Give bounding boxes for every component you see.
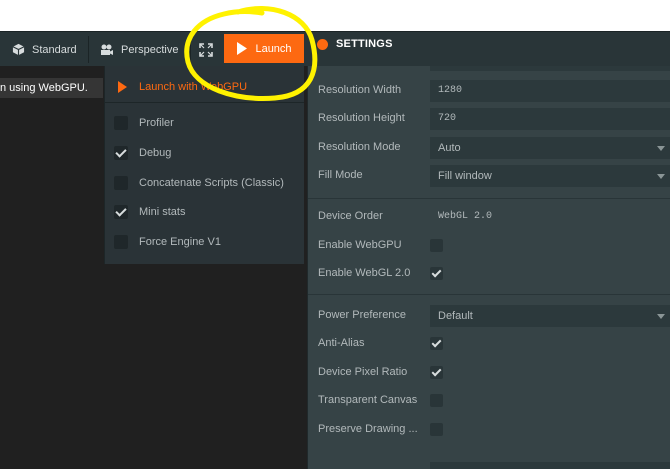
settings-dot-icon xyxy=(317,38,328,50)
field-label: Device Pixel Ratio xyxy=(318,366,408,378)
menu-item-label: Concatenate Scripts (Classic) xyxy=(139,177,284,189)
viewport-message: n using WebGPU. xyxy=(0,78,103,98)
chevron-down-icon xyxy=(657,314,665,319)
play-icon xyxy=(237,42,248,55)
field-label: Resolution Width xyxy=(318,84,402,96)
camera-icon xyxy=(101,44,113,55)
launch-label: Launch xyxy=(255,42,292,55)
field-label: Enable WebGPU xyxy=(318,239,402,251)
concatenate-scripts-checkbox[interactable] xyxy=(114,176,128,190)
partial-row xyxy=(308,458,670,469)
field-label: Fill Mode xyxy=(318,169,363,181)
section-divider xyxy=(308,198,670,199)
fullscreen-button[interactable] xyxy=(192,36,222,63)
preserve-drawing-checkbox[interactable] xyxy=(430,423,443,436)
launch-with-webgpu-item[interactable]: Launch with WebGPU xyxy=(105,76,304,98)
device-pixel-ratio-checkbox[interactable] xyxy=(430,366,443,379)
standard-label: Standard xyxy=(32,43,77,56)
field-label: Anti-Alias xyxy=(318,337,365,349)
resolution-height-row: Resolution Height 720 xyxy=(308,106,670,132)
resolution-height-input[interactable]: 720 xyxy=(430,108,670,130)
field-partial xyxy=(430,462,670,469)
perspective-button[interactable]: Perspective xyxy=(90,36,188,63)
mini-stats-checkbox[interactable] xyxy=(114,205,128,219)
launch-with-webgpu-label: Launch with WebGPU xyxy=(139,81,248,93)
menu-item-debug[interactable]: Debug xyxy=(105,142,304,164)
enable-webgpu-checkbox[interactable] xyxy=(430,239,443,252)
select-value: Default xyxy=(438,310,473,322)
play-icon xyxy=(118,81,127,93)
profiler-checkbox[interactable] xyxy=(114,116,128,130)
field-label: Resolution Mode xyxy=(318,141,401,153)
field-partial xyxy=(430,66,670,71)
device-order-row: Device Order WebGL 2.0 xyxy=(308,204,670,230)
debug-checkbox[interactable] xyxy=(114,146,128,160)
menu-item-label: Force Engine V1 xyxy=(139,236,221,248)
field-label: Preserve Drawing ... xyxy=(318,423,418,435)
select-value: Auto xyxy=(438,142,461,154)
enable-webgl2-row: Enable WebGL 2.0 xyxy=(308,261,670,287)
transparent-canvas-checkbox[interactable] xyxy=(430,394,443,407)
field-label: Device Order xyxy=(318,210,383,222)
device-order-value[interactable]: WebGL 2.0 xyxy=(430,206,670,228)
settings-header: SETTINGS xyxy=(317,38,393,50)
menu-item-mini-stats[interactable]: Mini stats xyxy=(105,201,304,223)
menu-item-profiler[interactable]: Profiler xyxy=(105,112,304,134)
field-label: Power Preference xyxy=(318,309,407,321)
anti-alias-checkbox[interactable] xyxy=(430,337,443,350)
transparent-canvas-row: Transparent Canvas xyxy=(308,388,670,414)
power-preference-select[interactable]: Default xyxy=(430,305,670,327)
field-label: Transparent Canvas xyxy=(318,394,418,406)
anti-alias-row: Anti-Alias xyxy=(308,331,670,357)
menu-item-label: Debug xyxy=(139,147,172,159)
toolbar-divider xyxy=(88,36,89,63)
menu-item-label: Mini stats xyxy=(139,206,186,218)
fill-mode-select[interactable]: Fill window xyxy=(430,165,670,187)
enable-webgl2-checkbox[interactable] xyxy=(430,267,443,280)
menu-item-label: Profiler xyxy=(139,117,174,129)
resolution-width-row: Resolution Width 1280 xyxy=(308,78,670,104)
cube-icon xyxy=(12,43,25,56)
power-preference-row: Power Preference Default xyxy=(308,303,670,329)
field-label: Resolution Height xyxy=(318,112,405,124)
settings-panel: Resolution Width 1280 Resolution Height … xyxy=(307,66,670,469)
launch-dropdown-menu: Launch with WebGPU Profiler Debug Concat… xyxy=(104,66,304,264)
toolbar-divider xyxy=(190,36,191,63)
chevron-down-icon xyxy=(657,174,665,179)
chevron-down-icon xyxy=(657,146,665,151)
section-divider xyxy=(308,294,670,295)
force-engine-v1-checkbox[interactable] xyxy=(114,235,128,249)
expand-icon xyxy=(199,42,213,57)
settings-title: SETTINGS xyxy=(336,38,393,50)
device-pixel-ratio-row: Device Pixel Ratio xyxy=(308,360,670,386)
preserve-drawing-row: Preserve Drawing ... xyxy=(308,417,670,443)
launch-button[interactable]: Launch xyxy=(224,34,304,63)
menu-item-force-engine-v1[interactable]: Force Engine V1 xyxy=(105,231,304,253)
field-label: Enable WebGL 2.0 xyxy=(318,267,411,279)
menu-item-concatenate-scripts[interactable]: Concatenate Scripts (Classic) xyxy=(105,172,304,194)
perspective-label: Perspective xyxy=(121,43,179,56)
enable-webgpu-row: Enable WebGPU xyxy=(308,233,670,259)
fill-mode-row: Fill Mode Fill window xyxy=(308,163,670,189)
select-value: Fill window xyxy=(438,170,492,182)
menu-divider xyxy=(105,102,304,103)
resolution-mode-row: Resolution Mode Auto xyxy=(308,135,670,161)
standard-button[interactable]: Standard xyxy=(2,36,87,63)
resolution-mode-select[interactable]: Auto xyxy=(430,137,670,159)
resolution-width-input[interactable]: 1280 xyxy=(430,80,670,102)
